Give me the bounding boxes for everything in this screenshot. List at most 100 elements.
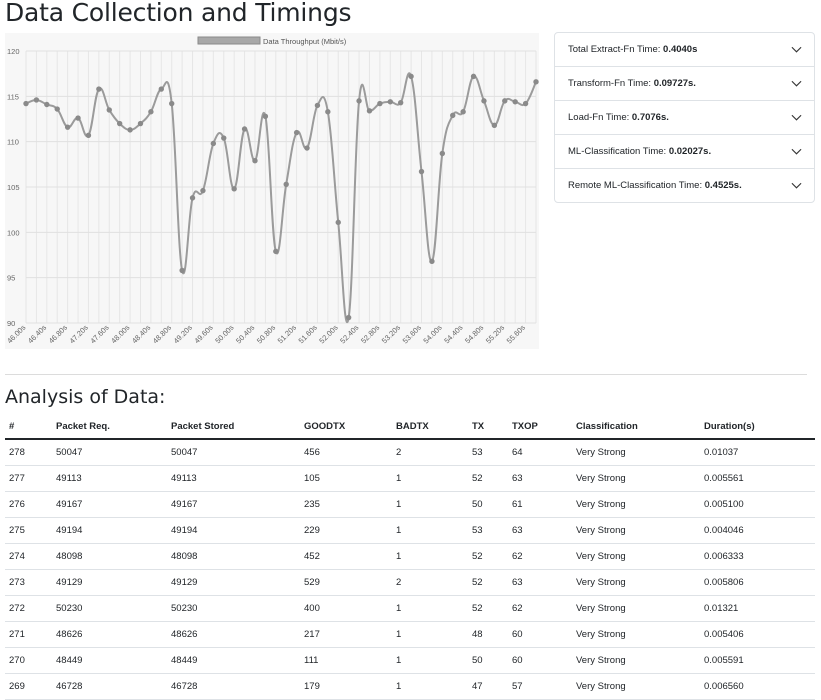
timing-label: Total Extract-Fn Time: (568, 44, 664, 55)
throughput-chart: 90 95 100 105 110 115 120 46.00s 46.40s 46.80s 47.… (5, 33, 539, 349)
data-point (148, 109, 154, 115)
y-tick-label: 120 (7, 47, 20, 56)
table-cell: 111 (300, 647, 392, 674)
x-tick-label: 50.80s (255, 323, 277, 345)
table-cell: 0.01321 (700, 595, 815, 622)
table-cell: 53 (468, 517, 508, 544)
table-cell: Very Strong (572, 569, 700, 596)
table-cell: 53 (468, 439, 508, 466)
x-tick-label: 48.40s (130, 323, 152, 345)
table-row: 276 49167 49167 235 1 50 61 Very Strong 0.005100 (5, 491, 815, 518)
timing-value: 0.4040s (663, 44, 698, 55)
data-point (44, 101, 50, 108)
column-header: BADTX (392, 414, 468, 440)
data-point (335, 219, 341, 226)
table-cell: 50 (468, 491, 508, 518)
data-point (366, 108, 373, 114)
chevron-down-icon (791, 182, 802, 189)
table-cell: 0.004046 (700, 517, 815, 544)
table-cell: Very Strong (572, 491, 700, 518)
table-row: 275 49194 49194 229 1 53 63 Very Strong 0.004046 (5, 517, 815, 544)
data-point (314, 102, 321, 109)
timings-accordion: Total Extract-Fn Time: 0.4040s Transform-… (554, 32, 815, 203)
throughput-series-line (25, 72, 537, 323)
table-cell: 1 (392, 465, 468, 492)
table-cell: 57 (508, 673, 572, 700)
timing-row[interactable]: Transform-Fn Time: 0.09727s. (555, 67, 814, 101)
table-cell: 277 (5, 465, 52, 492)
table-cell: 60 (508, 621, 572, 648)
table-cell: 52 (468, 543, 508, 570)
table-cell: 60 (508, 647, 572, 674)
table-cell: 0.005100 (700, 491, 815, 518)
data-point (54, 106, 60, 112)
table-cell: 49194 (167, 517, 300, 544)
table-cell: 48626 (52, 621, 167, 648)
table-cell: 271 (5, 621, 52, 648)
table-cell: 49129 (167, 569, 300, 596)
table-cell: 1 (392, 517, 468, 544)
table-cell: 52 (468, 595, 508, 622)
data-point (231, 186, 237, 192)
timing-row[interactable]: Remote ML-Classification Time: 0.4525s. (555, 169, 814, 202)
table-header-row: # Packet Req. Packet Stored GOODTX BADTX TX TX… (5, 414, 815, 440)
section-divider (5, 374, 807, 375)
x-tick-label: 46.80s (47, 323, 69, 345)
table-cell: 61 (508, 491, 572, 518)
table-cell: 179 (300, 673, 392, 700)
table-cell: 63 (508, 465, 572, 492)
data-point (23, 100, 29, 107)
x-tick-label: 55.60s (505, 323, 527, 345)
data-point (127, 127, 133, 133)
table-cell: 1 (392, 595, 468, 622)
data-point (252, 158, 258, 164)
data-point (325, 109, 331, 115)
data-point (64, 124, 71, 130)
data-point (408, 73, 414, 80)
data-point (304, 145, 310, 151)
x-tick-label: 53.60s (401, 323, 423, 345)
table-cell: Very Strong (572, 543, 700, 570)
table-cell: 270 (5, 647, 52, 674)
table-cell: 49113 (52, 465, 167, 492)
table-cell: Very Strong (572, 517, 700, 544)
table-cell: 62 (508, 595, 572, 622)
table-cell: 48449 (52, 647, 167, 674)
table-cell: 274 (5, 543, 52, 570)
throughput-chart-svg: 909510010511011512046.00s46.40s46.80s47.… (5, 36, 539, 345)
table-cell: 278 (5, 439, 52, 466)
x-tick-label: 54.40s (442, 323, 464, 345)
table-row: 269 46728 46728 179 1 47 57 Very Strong 0.006560 (5, 673, 815, 700)
x-tick-label: 52.40s (338, 323, 360, 345)
x-tick-label: 48.00s (109, 323, 131, 345)
chevron-down-icon (791, 80, 802, 87)
table-cell: 400 (300, 595, 392, 622)
timing-row[interactable]: ML-Classification Time: 0.02027s. (555, 135, 814, 169)
table-cell: 63 (508, 569, 572, 596)
x-tick-label: 48.80s (151, 323, 173, 345)
table-cell: 47 (468, 673, 508, 700)
table-cell: 0.005561 (700, 465, 815, 492)
column-header: GOODTX (300, 414, 392, 440)
x-tick-label: 55.20s (484, 323, 506, 345)
data-point (106, 107, 112, 113)
data-point (241, 126, 248, 132)
x-tick-label: 49.60s (192, 323, 214, 345)
timing-row[interactable]: Total Extract-Fn Time: 0.4040s (555, 33, 814, 67)
table-cell: 49113 (167, 465, 300, 492)
table-row: 272 50230 50230 400 1 52 62 Very Strong 0.01321 (5, 595, 815, 622)
table-cell: Very Strong (572, 647, 700, 674)
table-cell: Very Strong (572, 465, 700, 492)
table-cell: 48626 (167, 621, 300, 648)
table-cell: 273 (5, 569, 52, 596)
data-point (137, 120, 144, 127)
table-cell: 49167 (167, 491, 300, 518)
table-cell: 64 (508, 439, 572, 466)
timing-value: 0.02027s. (668, 146, 712, 157)
x-tick-label: 50.40s (234, 323, 256, 345)
timing-value: 0.7076s. (631, 112, 669, 123)
table-cell: 269 (5, 673, 52, 700)
column-header: TX (468, 414, 508, 440)
table-cell: 50230 (167, 595, 300, 622)
timing-row[interactable]: Load-Fn Time: 0.7076s. (555, 101, 814, 135)
